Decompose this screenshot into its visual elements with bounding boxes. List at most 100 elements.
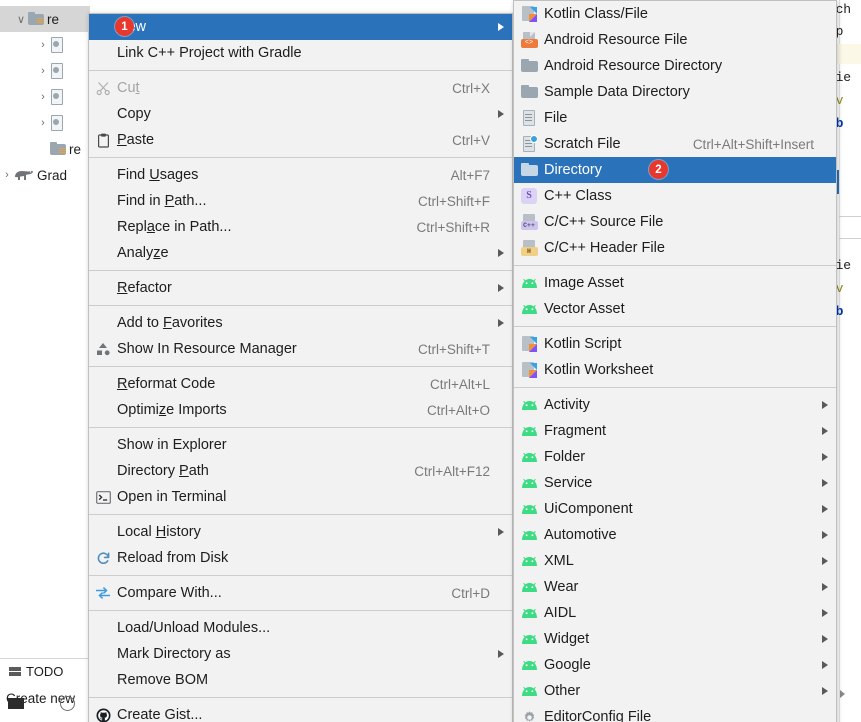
tree-row[interactable]: ›: [0, 84, 90, 110]
menu-item-refactor[interactable]: Refactor: [89, 275, 512, 301]
submenu-item-aidl[interactable]: AIDL: [514, 600, 836, 626]
step-badge-2: 2: [649, 160, 668, 179]
project-context-menu[interactable]: New1 Link C++ Project with Gradle Cut Ctrl+…: [88, 13, 513, 722]
menu-item-find-in-path[interactable]: Find in Path... Ctrl+Shift+F: [89, 188, 512, 214]
submenu-item-c-c-source-file[interactable]: C++ C/C++ Source File: [514, 209, 836, 235]
submenu-arrow-icon: [490, 319, 504, 327]
menu-item-icon-slot: [514, 634, 544, 645]
menu-item-link-c-project-with-gradle[interactable]: Link C++ Project with Gradle: [89, 40, 512, 66]
menu-item-create-gist[interactable]: Create Gist...: [89, 702, 512, 722]
submenu-item-vector-asset[interactable]: Vector Asset: [514, 296, 836, 322]
menu-item-shortcut: Ctrl+Shift+R: [416, 219, 490, 235]
terminal-icon: [95, 490, 111, 504]
menu-separator: [514, 265, 836, 266]
tree-row[interactable]: › Grad: [0, 162, 90, 188]
menu-item-local-history[interactable]: Local History: [89, 519, 512, 545]
stop-square-icon[interactable]: [8, 698, 24, 709]
todo-tool-window-tab[interactable]: TODO: [0, 658, 90, 684]
project-tree-panel[interactable]: ∨ re › › › › re › Grad: [0, 0, 90, 654]
menu-item-icon-slot: [514, 59, 544, 73]
menu-item-label: XML: [544, 553, 574, 569]
clipboard-icon: [97, 133, 110, 148]
submenu-item-other[interactable]: Other: [514, 678, 836, 704]
submenu-item-google[interactable]: Google: [514, 652, 836, 678]
submenu-item-widget[interactable]: Widget: [514, 626, 836, 652]
menu-item-copy[interactable]: Copy: [89, 101, 512, 127]
submenu-item-editorconfig-file[interactable]: EditorConfig File: [514, 704, 836, 722]
menu-item-label: Mark Directory as: [117, 646, 231, 662]
tree-row[interactable]: ›: [0, 110, 90, 136]
chevron-right-icon[interactable]: ›: [36, 39, 50, 51]
submenu-item-automotive[interactable]: Automotive: [514, 522, 836, 548]
submenu-item-kotlin-class-file[interactable]: Kotlin Class/File: [514, 1, 836, 27]
kotlin-file-icon: [521, 336, 537, 352]
chevron-right-icon[interactable]: ›: [36, 91, 50, 103]
tree-row[interactable]: re: [0, 136, 90, 162]
menu-item-replace-in-path[interactable]: Replace in Path... Ctrl+Shift+R: [89, 214, 512, 240]
menu-separator: [89, 270, 512, 271]
chevron-right-icon[interactable]: ›: [0, 169, 14, 181]
chevron-right-icon[interactable]: ›: [36, 117, 50, 129]
editor-rule: [839, 216, 861, 217]
menu-item-icon-slot: H: [514, 240, 544, 256]
chevron-right-icon[interactable]: ›: [36, 65, 50, 77]
menu-item-label: Widget: [544, 631, 590, 647]
android-icon: [521, 582, 538, 593]
submenu-arrow-icon: [814, 687, 828, 695]
tree-row-label: re: [47, 11, 60, 27]
submenu-item-scratch-file[interactable]: Scratch File Ctrl+Alt+Shift+Insert: [514, 131, 836, 157]
menu-item-open-in-terminal[interactable]: Open in Terminal: [89, 484, 512, 510]
menu-item-new[interactable]: New1: [89, 14, 512, 40]
submenu-item-wear[interactable]: Wear: [514, 574, 836, 600]
menu-item-add-to-favorites[interactable]: Add to Favorites: [89, 310, 512, 336]
menu-item-icon-slot: [514, 362, 544, 378]
tree-row[interactable]: ∨ re: [0, 6, 90, 32]
chevron-down-icon[interactable]: ∨: [14, 13, 28, 26]
file-icon: [50, 115, 64, 131]
menu-item-label: Google: [544, 657, 591, 673]
menu-item-mark-directory-as[interactable]: Mark Directory as: [89, 641, 512, 667]
submenu-item-kotlin-script[interactable]: Kotlin Script: [514, 331, 836, 357]
menu-item-show-in-explorer[interactable]: Show in Explorer: [89, 432, 512, 458]
menu-item-reload-from-disk[interactable]: Reload from Disk: [89, 545, 512, 571]
submenu-item-kotlin-worksheet[interactable]: Kotlin Worksheet: [514, 357, 836, 383]
submenu-item-activity[interactable]: Activity: [514, 392, 836, 418]
submenu-arrow-icon: [814, 661, 828, 669]
menu-item-remove-bom[interactable]: Remove BOM: [89, 667, 512, 693]
android-icon: [521, 608, 538, 619]
circle-icon[interactable]: [60, 696, 75, 711]
tree-row[interactable]: ›: [0, 32, 90, 58]
new-submenu[interactable]: Kotlin Class/File <> Android Resource File…: [513, 0, 837, 722]
submenu-item-uicomponent[interactable]: UiComponent: [514, 496, 836, 522]
menu-item-shortcut: Ctrl+Alt+L: [429, 376, 490, 392]
submenu-arrow-icon: [814, 505, 828, 513]
submenu-item-directory[interactable]: Directory 2: [514, 157, 836, 183]
submenu-item-file[interactable]: File: [514, 105, 836, 131]
submenu-item-service[interactable]: Service: [514, 470, 836, 496]
submenu-item-c-c-header-file[interactable]: H C/C++ Header File: [514, 235, 836, 261]
menu-item-paste[interactable]: Paste Ctrl+V: [89, 127, 512, 153]
submenu-item-sample-data-directory[interactable]: Sample Data Directory: [514, 79, 836, 105]
submenu-item-c-class[interactable]: S C++ Class: [514, 183, 836, 209]
github-icon: [96, 708, 111, 722]
submenu-item-fragment[interactable]: Fragment: [514, 418, 836, 444]
menu-item-find-usages[interactable]: Find Usages Alt+F7: [89, 162, 512, 188]
menu-item-shortcut: Ctrl+Alt+F12: [414, 463, 490, 479]
menu-item-analyze[interactable]: Analyze: [89, 240, 512, 266]
submenu-item-android-resource-directory[interactable]: Android Resource Directory: [514, 53, 836, 79]
menu-item-show-in-resource-manager[interactable]: Show In Resource Manager Ctrl+Shift+T: [89, 336, 512, 362]
submenu-item-android-resource-file[interactable]: <> Android Resource File: [514, 27, 836, 53]
menu-item-icon-slot: S: [514, 188, 544, 204]
menu-item-load-unload-modules[interactable]: Load/Unload Modules...: [89, 615, 512, 641]
android-icon: [521, 556, 538, 567]
menu-item-reformat-code[interactable]: Reformat Code Ctrl+Alt+L: [89, 371, 512, 397]
menu-item-directory-path[interactable]: Directory Path Ctrl+Alt+F12: [89, 458, 512, 484]
menu-item-compare-with[interactable]: Compare With... Ctrl+D: [89, 580, 512, 606]
menu-item-label: Activity: [544, 397, 590, 413]
menu-item-optimize-imports[interactable]: Optimize Imports Ctrl+Alt+O: [89, 397, 512, 423]
submenu-item-folder[interactable]: Folder: [514, 444, 836, 470]
submenu-item-image-asset[interactable]: Image Asset: [514, 270, 836, 296]
menu-item-label: Image Asset: [544, 275, 624, 291]
submenu-item-xml[interactable]: XML: [514, 548, 836, 574]
tree-row[interactable]: ›: [0, 58, 90, 84]
